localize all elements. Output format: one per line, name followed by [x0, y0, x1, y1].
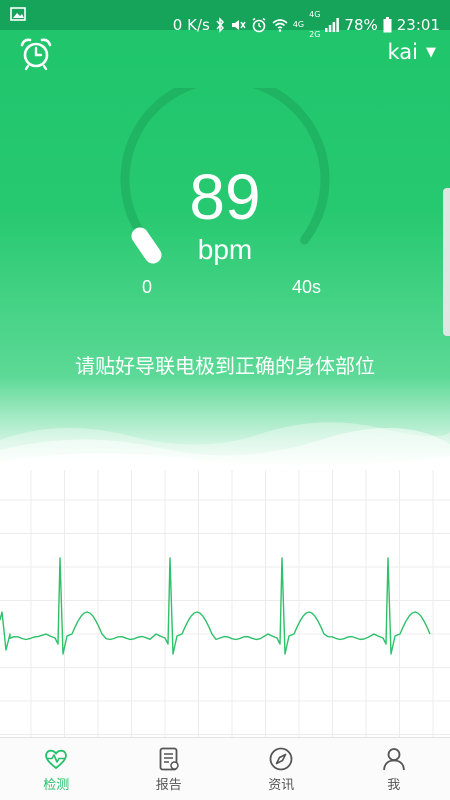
mute-icon: [231, 20, 246, 30]
status-bar: 0 K/s 4G 4G 2G 78% 23:01: [0, 0, 450, 39]
alarm-icon: [252, 17, 266, 33]
tab-me[interactable]: 我: [338, 738, 450, 800]
wave-decoration: [0, 422, 450, 470]
compass-icon: [269, 747, 293, 771]
user-name: kai: [387, 40, 419, 64]
tab-report[interactable]: 报告: [113, 738, 226, 800]
network-type: 4G: [292, 20, 305, 29]
network-type-bottom: 2G: [309, 30, 321, 39]
tab-news[interactable]: 资讯: [225, 738, 338, 800]
instruction-text: 请贴好导联电极到正确的身体部位: [75, 354, 375, 378]
side-drawer-handle[interactable]: [443, 188, 450, 336]
heart-rate-value: 89: [189, 161, 261, 233]
image-icon: [10, 7, 26, 21]
ecg-chart: [0, 470, 450, 738]
battery-percent: 78%: [344, 16, 378, 34]
network-type-top: 4G: [309, 10, 321, 19]
tab-label: 报告: [155, 778, 182, 793]
heart-rate-icon: [45, 749, 68, 770]
ecg-grid: [0, 470, 450, 738]
tab-label: 检测: [43, 778, 70, 793]
monitor-panel: 0 K/s 4G 4G 2G 78% 23:01 kai ▼ 89 bpm 0 …: [0, 0, 450, 470]
person-icon: [382, 748, 405, 771]
battery-icon: [383, 17, 392, 33]
tab-label: 我: [387, 778, 401, 793]
network-type-stack: 4G 2G: [309, 5, 320, 45]
signal-icon: [325, 18, 340, 32]
scale-min-label: 0: [142, 277, 153, 297]
clock: 23:01: [396, 16, 440, 34]
bluetooth-icon: [216, 17, 224, 33]
report-icon: [159, 747, 179, 771]
wifi-icon: [272, 19, 288, 32]
tab-label: 资讯: [268, 778, 295, 793]
heart-rate-unit: bpm: [197, 234, 253, 265]
tab-detect[interactable]: 检测: [0, 738, 113, 800]
network-speed: 0 K/s: [172, 16, 210, 34]
bottom-tab-bar: 检测 报告 资讯 我: [0, 737, 450, 800]
scale-max-label: 40s: [292, 277, 322, 297]
chevron-down-icon: ▼: [426, 44, 436, 60]
user-selector[interactable]: kai ▼: [388, 40, 437, 64]
alarm-clock-icon[interactable]: [18, 36, 54, 72]
